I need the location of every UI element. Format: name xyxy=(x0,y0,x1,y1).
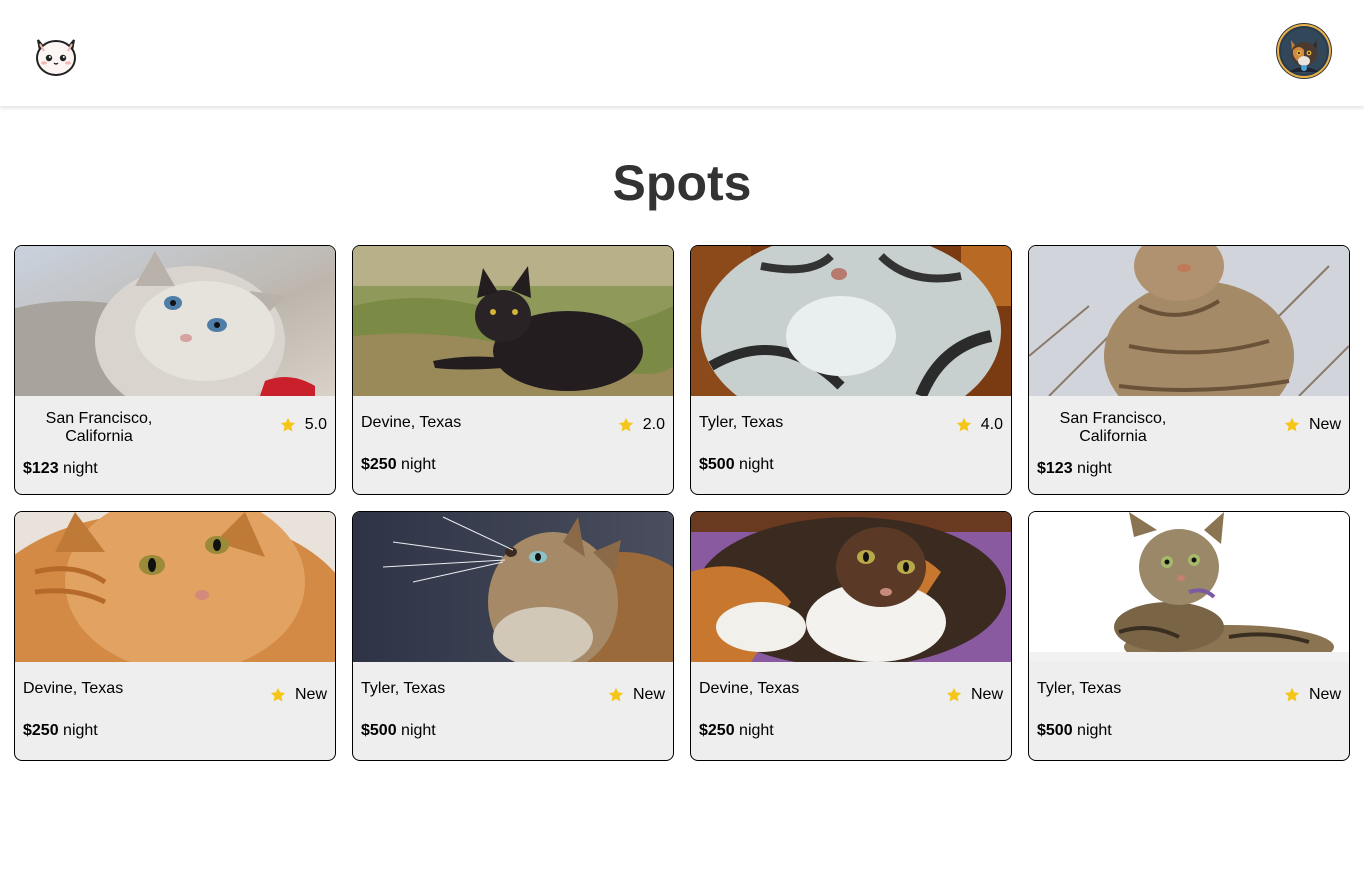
spot-price-amount: $500 xyxy=(699,456,735,473)
spot-price: $500 night xyxy=(361,722,436,740)
user-avatar-cat-icon[interactable] xyxy=(1279,26,1329,76)
spot-price-amount: $250 xyxy=(23,722,59,739)
star-icon xyxy=(956,417,971,432)
spot-price: $123 night xyxy=(1037,460,1112,478)
spot-photo xyxy=(15,512,335,662)
spot-location: Tyler, Texas xyxy=(699,414,784,431)
spot-rating-value: New xyxy=(294,686,327,703)
spot-price-amount: $123 xyxy=(1037,460,1073,477)
star-icon xyxy=(946,687,962,702)
spot-price-unit: night xyxy=(401,456,436,473)
spot-rating: New xyxy=(1283,416,1341,434)
spot-location: San Francisco, California xyxy=(1059,410,1167,445)
spot-rating-value: New xyxy=(970,686,1003,703)
spot-rating: New xyxy=(1283,686,1341,704)
spot-photo xyxy=(353,512,673,662)
spot-location: San Francisco, California xyxy=(45,410,153,445)
spot-price-unit: night xyxy=(63,460,98,477)
spot-rating: New xyxy=(607,686,665,704)
spot-rating: 5.0 xyxy=(279,416,327,434)
spot-price-unit: night xyxy=(739,722,774,739)
spot-price: $123 night xyxy=(23,460,98,478)
spot-location: Tyler, Texas xyxy=(361,680,446,697)
spot-card[interactable]: Devine, Texas New $250 night xyxy=(14,511,336,761)
spot-photo xyxy=(1029,512,1349,662)
spot-price: $250 night xyxy=(361,456,436,474)
star-icon xyxy=(608,687,624,702)
spot-card[interactable]: Tyler, Texas New $500 night xyxy=(1028,511,1350,761)
spot-rating: New xyxy=(269,686,327,704)
spot-price-unit: night xyxy=(1077,722,1112,739)
spot-card[interactable]: Devine, Texas 2.0 $250 night xyxy=(352,245,674,495)
spot-price-amount: $123 xyxy=(23,460,59,477)
spot-price-unit: night xyxy=(401,722,436,739)
spot-location: Devine, Texas xyxy=(699,680,800,697)
spot-price-amount: $250 xyxy=(361,456,397,473)
spot-price: $250 night xyxy=(699,722,774,740)
spot-card[interactable]: San Francisco, California New $123 night xyxy=(1028,245,1350,495)
star-icon xyxy=(280,417,295,432)
spot-location: Devine, Texas xyxy=(23,680,124,697)
spot-price: $500 night xyxy=(1037,722,1112,740)
spot-location: Tyler, Texas xyxy=(1037,680,1122,697)
star-icon xyxy=(270,687,286,702)
spot-card[interactable]: Devine, Texas New $250 night xyxy=(690,511,1012,761)
spot-price-unit: night xyxy=(739,456,774,473)
page-title: Spots xyxy=(612,155,752,211)
spot-price: $250 night xyxy=(23,722,98,740)
spot-price-unit: night xyxy=(1077,460,1112,477)
spot-card[interactable]: San Francisco, California 5.0 $123 night xyxy=(14,245,336,495)
spot-price-unit: night xyxy=(63,722,98,739)
spot-price-amount: $500 xyxy=(361,722,397,739)
spot-price-amount: $500 xyxy=(1037,722,1073,739)
spot-rating-value: 2.0 xyxy=(642,416,665,433)
spot-rating-value: 4.0 xyxy=(980,416,1003,433)
spot-price-amount: $250 xyxy=(699,722,735,739)
spot-rating: 4.0 xyxy=(955,416,1003,434)
cat-face-logo-icon[interactable] xyxy=(33,32,79,78)
spot-rating-value: 5.0 xyxy=(304,416,327,433)
spot-card[interactable]: Tyler, Texas New $500 night xyxy=(352,511,674,761)
spot-rating-value: New xyxy=(1308,686,1341,703)
spot-photo xyxy=(691,512,1011,662)
star-icon xyxy=(618,417,633,432)
spot-rating: 2.0 xyxy=(617,416,665,434)
spot-photo xyxy=(691,246,1011,396)
star-icon xyxy=(1284,417,1300,432)
spot-card[interactable]: Tyler, Texas 4.0 $500 night xyxy=(690,245,1012,495)
spot-price: $500 night xyxy=(699,456,774,474)
spot-photo xyxy=(353,246,673,396)
spot-photo xyxy=(1029,246,1349,396)
spot-rating: New xyxy=(945,686,1003,704)
top-nav xyxy=(0,0,1364,106)
star-icon xyxy=(1284,687,1300,702)
spot-location: Devine, Texas xyxy=(361,414,462,431)
spot-photo xyxy=(15,246,335,396)
spot-rating-value: New xyxy=(1308,416,1341,433)
spot-rating-value: New xyxy=(632,686,665,703)
